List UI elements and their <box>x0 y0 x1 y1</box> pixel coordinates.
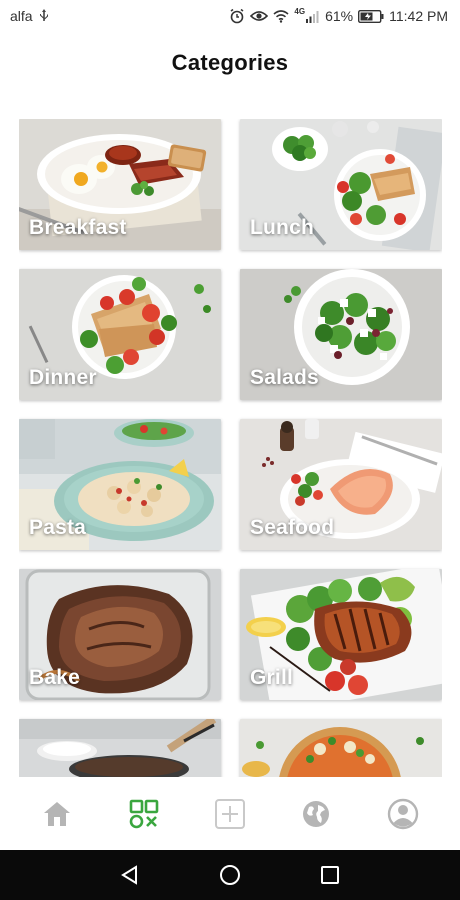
signal-icon <box>306 10 320 23</box>
category-label: Seafood <box>250 516 335 539</box>
nav-add[interactable] <box>206 790 254 838</box>
nav-profile[interactable] <box>379 790 427 838</box>
alarm-icon <box>229 8 245 24</box>
category-label: Pasta <box>29 516 87 539</box>
network-type-label: 4G <box>294 6 306 16</box>
explore-globe-icon <box>303 801 330 827</box>
category-card-bake[interactable]: Bake <box>19 569 221 700</box>
status-bar: alfa 4G 61% 11:42 PM <box>0 0 460 32</box>
category-card-salads[interactable]: Salads <box>240 269 442 400</box>
category-card-drinks[interactable] <box>19 719 221 777</box>
status-right: 4G 61% 11:42 PM <box>229 6 448 24</box>
category-card-seafood[interactable]: Seafood <box>240 419 442 550</box>
category-label: Salads <box>250 366 319 389</box>
status-left: alfa <box>10 8 49 24</box>
category-card-dinner[interactable]: Dinner <box>19 269 221 400</box>
category-card-breakfast[interactable]: Breakfast <box>19 119 221 250</box>
nav-categories[interactable] <box>120 790 168 838</box>
profile-icon <box>387 798 418 830</box>
system-navigation-bar <box>0 850 460 900</box>
clock: 11:42 PM <box>389 8 448 24</box>
carrier-label: alfa <box>10 8 33 24</box>
recents-icon <box>321 866 339 884</box>
bottom-navigation <box>0 778 460 850</box>
wifi-icon <box>273 9 289 23</box>
page-title: Categories <box>171 50 289 75</box>
add-icon <box>214 799 245 829</box>
battery-percent: 61% <box>325 8 354 24</box>
categories-icon <box>129 799 158 829</box>
battery-icon <box>358 9 384 23</box>
category-label: Dinner <box>29 366 97 389</box>
nav-home[interactable] <box>33 790 81 838</box>
system-back-button[interactable] <box>110 855 150 895</box>
category-card-lunch[interactable]: Lunch <box>240 119 442 250</box>
category-image <box>19 719 221 777</box>
category-grid: Breakfast Lunch Dinner Salads Pasta Seaf… <box>19 119 442 777</box>
usb-icon <box>39 9 49 23</box>
category-card-pasta[interactable]: Pasta <box>19 419 221 550</box>
category-card-pizza[interactable] <box>240 719 442 777</box>
system-recents-button[interactable] <box>310 855 350 895</box>
home-icon <box>44 802 71 826</box>
category-label: Lunch <box>250 216 314 239</box>
category-label: Bake <box>29 666 81 689</box>
eye-icon <box>250 10 269 22</box>
system-home-button[interactable] <box>210 855 250 895</box>
category-image <box>240 719 442 777</box>
back-icon <box>121 865 137 885</box>
home-circle-icon <box>220 865 240 885</box>
category-card-grill[interactable]: Grill <box>240 569 442 700</box>
category-label: Breakfast <box>29 216 127 239</box>
nav-explore[interactable] <box>292 790 340 838</box>
category-label: Grill <box>250 666 294 689</box>
